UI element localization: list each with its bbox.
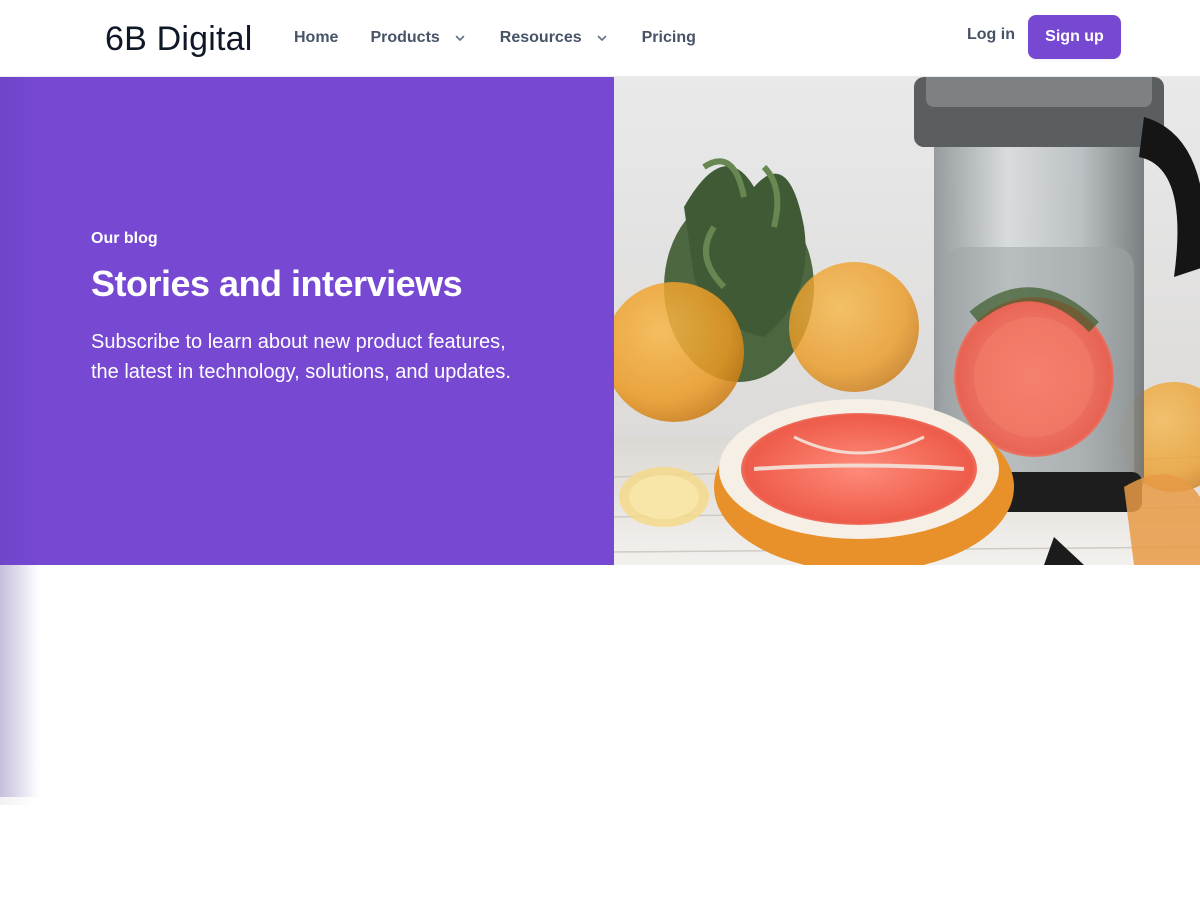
nav-products-label: Products [370, 29, 440, 46]
login-link[interactable]: Log in [967, 26, 1015, 44]
hero-text-panel: Our blog Stories and interviews Subscrib… [0, 77, 614, 797]
nav-home-label: Home [294, 29, 339, 46]
nav-home-link[interactable]: Home [294, 26, 338, 50]
hero-image [614, 77, 1200, 565]
chevron-down-icon [597, 35, 606, 41]
nav-resources-label: Resources [499, 29, 582, 46]
signup-button[interactable]: Sign up [1028, 15, 1121, 59]
citrus-photo [614, 77, 1200, 565]
brand-logo[interactable]: 6B Digital [105, 20, 253, 59]
left-edge-shadow [0, 565, 36, 805]
hero-eyebrow: Our blog [91, 230, 158, 247]
nav-products-dropdown[interactable]: Products [370, 26, 465, 50]
nav-resources-dropdown[interactable]: Resources [500, 26, 608, 50]
main-nav: Home Products Resources Pricing [294, 26, 696, 50]
hero-subtitle: Subscribe to learn about new product fea… [91, 331, 511, 383]
hero-section: Our blog Stories and interviews Subscrib… [0, 77, 1200, 797]
nav-pricing-label: Pricing [641, 29, 696, 46]
hero-title: Stories and interviews [91, 263, 463, 304]
chevron-down-icon [455, 35, 465, 41]
top-navbar: 6B Digital Home Products Resources Prici… [0, 0, 1200, 77]
nav-pricing-link[interactable]: Pricing [642, 26, 696, 50]
